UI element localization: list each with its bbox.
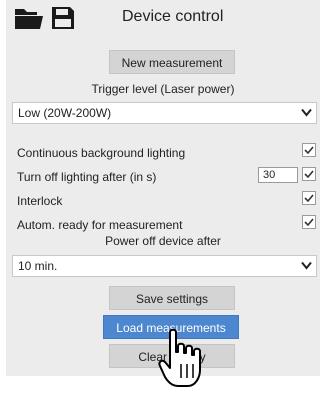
save-settings-button[interactable]: Save settings	[109, 286, 235, 310]
chevron-down-icon	[301, 261, 312, 270]
checkmark-icon	[304, 146, 314, 155]
lighting-timeout-input[interactable]: 30	[258, 167, 298, 183]
checkbox-turn-off-lighting[interactable]	[302, 167, 316, 181]
trigger-level-label: Trigger level (Laser power)	[91, 82, 235, 96]
checkbox-background-lighting[interactable]	[302, 143, 316, 157]
checkmark-icon	[304, 218, 314, 227]
hand-cursor-icon	[158, 328, 201, 387]
checkbox-interlock[interactable]	[302, 191, 316, 205]
save-icon[interactable]	[51, 6, 75, 30]
new-measurement-button[interactable]: New measurement	[109, 50, 235, 74]
page-title: Device control	[122, 8, 224, 25]
power-off-label: Power off device after	[105, 234, 221, 248]
chevron-down-icon	[301, 108, 312, 117]
option-label-background-lighting: Continuous background lighting	[17, 146, 186, 160]
option-label-interlock: Interlock	[17, 194, 63, 208]
trigger-level-value: Low (20W-200W)	[18, 106, 112, 120]
checkbox-auto-ready[interactable]	[302, 215, 316, 229]
header: Device control	[6, 0, 320, 38]
trigger-level-select[interactable]: Low (20W-200W)	[12, 102, 317, 124]
power-off-value: 10 min.	[18, 259, 58, 273]
power-off-select[interactable]: 10 min.	[12, 255, 317, 277]
option-label-turn-off-lighting: Turn off lighting after (in s)	[17, 170, 157, 184]
option-label-auto-ready: Autom. ready for measurement	[17, 218, 183, 232]
checkmark-icon	[304, 170, 314, 179]
checkmark-icon	[304, 194, 314, 203]
folder-icon[interactable]	[14, 6, 44, 30]
device-control-panel: Device control New measurement Trigger l…	[6, 0, 320, 376]
